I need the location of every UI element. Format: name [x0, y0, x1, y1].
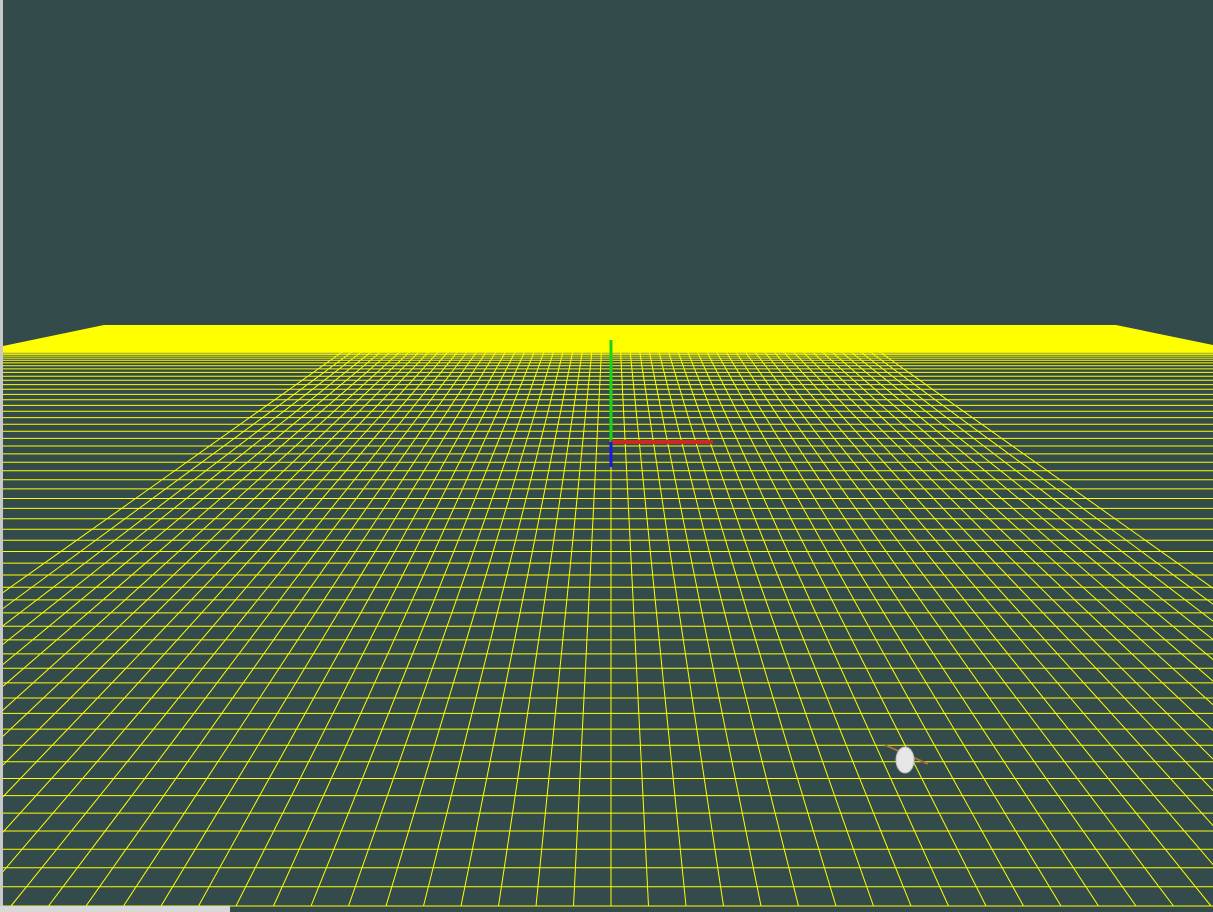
- viewport-background: [0, 0, 1213, 912]
- 3d-viewport[interactable]: [0, 0, 1213, 912]
- grid-far-edge: [3, 325, 1213, 352]
- window-frame-edge: [0, 0, 3, 912]
- model-body: [895, 746, 915, 774]
- status-bar: [0, 906, 230, 912]
